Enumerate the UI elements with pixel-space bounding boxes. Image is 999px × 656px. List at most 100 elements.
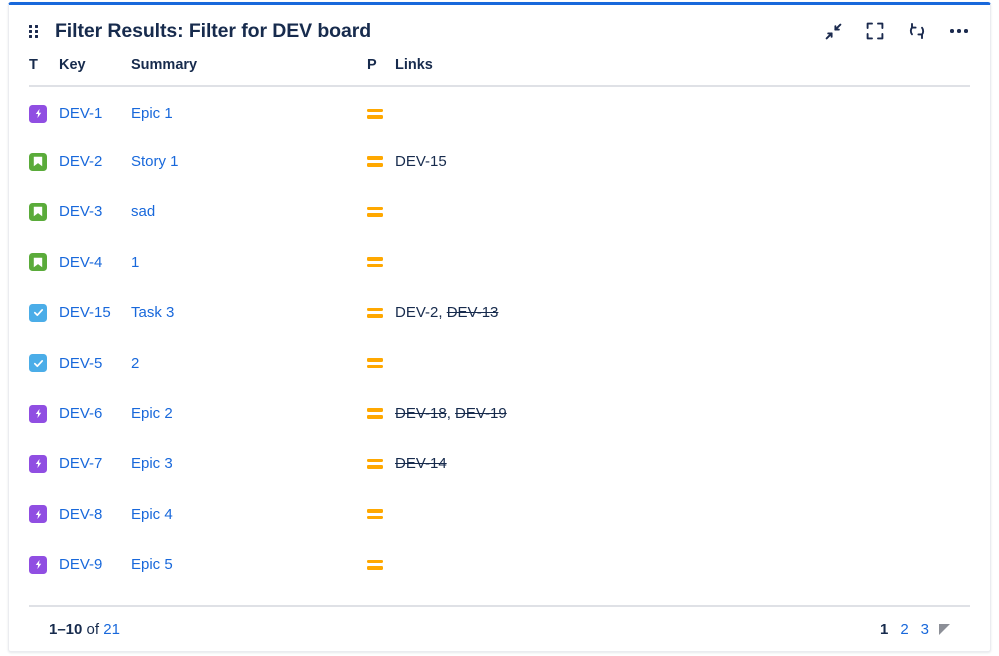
cell-summary: Epic 1 [131,86,367,136]
cell-issue-type [29,136,59,186]
epic-icon [29,104,47,123]
cell-issue-type [29,338,59,388]
drag-handle-icon[interactable] [29,23,41,39]
cell-issue-type [29,288,59,338]
pagination-page[interactable]: 3 [921,621,929,638]
linked-issue-link[interactable]: DEV-19 [455,405,507,422]
linked-issue-link[interactable]: DEV-2 [395,304,438,321]
cell-priority [367,237,395,287]
cell-links [395,237,970,287]
epic-icon [29,505,47,524]
cell-summary: Epic 2 [131,388,367,438]
filter-results-gadget: Filter Results: Filter for DEV board T K… [8,2,991,652]
issue-key-link[interactable]: DEV-6 [59,405,102,422]
cell-links [395,338,970,388]
issues-table-container: T Key Summary P Links DEV-1 Epic 1 DEV-2 St… [9,57,990,590]
issue-summary-link[interactable]: Epic 4 [131,506,173,523]
cell-issue-type [29,388,59,438]
cell-issue-type [29,489,59,539]
cell-priority [367,338,395,388]
cell-issue-key: DEV-5 [59,338,131,388]
issue-key-link[interactable]: DEV-5 [59,355,102,372]
refresh-icon[interactable] [904,18,930,44]
issue-key-link[interactable]: DEV-4 [59,254,102,271]
pagination-page[interactable]: 2 [900,621,908,638]
table-header-row: T Key Summary P Links [29,57,970,87]
cell-links: DEV-18, DEV-19 [395,405,507,423]
cell-issue-key: DEV-15 [59,288,131,338]
cell-summary: Story 1 [131,136,367,186]
table-row: DEV-15 Task 3 DEV-2, DEV-13 [29,288,970,338]
task-icon [29,354,47,373]
table-body: DEV-1 Epic 1 DEV-2 Story 1 DEV-15 DEV-3 sad DEV… [29,86,970,590]
issue-summary-link[interactable]: Epic 3 [131,455,173,472]
issue-key-link[interactable]: DEV-3 [59,203,102,220]
issue-summary-link[interactable]: Story 1 [131,153,179,170]
issue-summary-link[interactable]: Epic 5 [131,556,173,573]
issue-summary-link[interactable]: sad [131,203,155,220]
cell-issue-key: DEV-7 [59,439,131,489]
cell-issue-key: DEV-8 [59,489,131,539]
cell-issue-key: DEV-1 [59,86,131,136]
table-row: DEV-7 Epic 3 DEV-14 [29,439,970,489]
issue-summary-link[interactable]: 1 [131,254,139,271]
cell-priority [367,489,395,539]
cell-summary: 2 [131,338,367,388]
task-icon [29,303,47,322]
gadget-header: Filter Results: Filter for DEV board [9,5,990,57]
cell-summary: Task 3 [131,288,367,338]
issue-summary-link[interactable]: Epic 2 [131,405,173,422]
cell-issue-type [29,237,59,287]
linked-issue-link[interactable]: DEV-14 [395,455,447,472]
cell-priority [367,136,395,186]
priority-medium-icon [367,506,383,522]
issue-key-link[interactable]: DEV-8 [59,506,102,523]
issue-key-link[interactable]: DEV-7 [59,455,102,472]
cell-priority [367,288,395,338]
priority-medium-icon [367,406,383,422]
column-header-key[interactable]: Key [59,57,131,87]
issue-key-link[interactable]: DEV-9 [59,556,102,573]
issue-summary-link[interactable]: 2 [131,355,139,372]
cell-links [395,86,970,136]
table-row: DEV-8 Epic 4 [29,489,970,539]
cell-priority [367,187,395,237]
priority-medium-icon [367,254,383,270]
more-options-icon[interactable] [946,18,972,44]
priority-medium-icon [367,355,383,371]
header-actions [820,18,972,44]
result-total-link[interactable]: 21 [103,621,120,638]
linked-issue-link[interactable]: DEV-15 [395,153,447,170]
cell-issue-key: DEV-2 [59,136,131,186]
linked-issue-link[interactable]: DEV-18 [395,405,447,422]
issue-summary-link[interactable]: Epic 1 [131,105,173,122]
issue-key-link[interactable]: DEV-2 [59,153,102,170]
column-header-links[interactable]: Links [395,57,970,87]
issue-key-link[interactable]: DEV-1 [59,105,102,122]
issue-summary-link[interactable]: Task 3 [131,304,174,321]
collapse-icon[interactable] [820,18,846,44]
column-header-type[interactable]: T [29,57,59,87]
issue-key-link[interactable]: DEV-15 [59,304,111,321]
column-header-summary[interactable]: Summary [131,57,367,87]
page-title: Filter Results: Filter for DEV board [55,19,372,42]
priority-medium-icon [367,557,383,573]
cell-issue-type [29,187,59,237]
cell-links [395,489,970,539]
cell-summary: Epic 4 [131,489,367,539]
cell-priority [367,439,395,489]
cell-summary: sad [131,187,367,237]
linked-issue-link[interactable]: DEV-13 [447,304,499,321]
cell-issue-key: DEV-3 [59,187,131,237]
cell-issue-key: DEV-6 [59,388,131,438]
table-row: DEV-3 sad [29,187,970,237]
next-page-arrow-icon[interactable] [939,623,950,635]
cell-issue-key: DEV-4 [59,237,131,287]
cell-priority [367,86,395,136]
result-range: 1–10 [49,620,83,638]
column-header-priority[interactable]: P [367,57,395,87]
issues-table: T Key Summary P Links DEV-1 Epic 1 DEV-2 St… [29,57,970,590]
cell-issue-type [29,439,59,489]
table-row: DEV-2 Story 1 DEV-15 [29,136,970,186]
expand-icon[interactable] [862,18,888,44]
